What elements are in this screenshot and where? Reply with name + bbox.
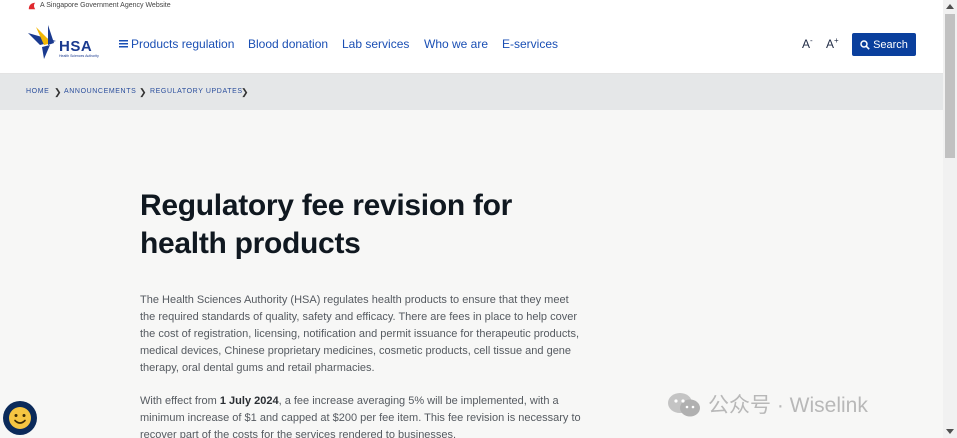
- chevron-right-icon: ❯: [241, 87, 250, 97]
- chatbot-button[interactable]: [3, 401, 37, 435]
- font-decrease-button[interactable]: A-: [802, 36, 813, 51]
- page-scrollbar[interactable]: [943, 0, 957, 438]
- merlion-icon: [28, 2, 36, 10]
- chevron-right-icon: ❯: [54, 87, 63, 97]
- hsa-logo[interactable]: HSA Health Sciences Authority: [26, 21, 99, 63]
- masthead-text: A Singapore Government Agency Website: [40, 2, 171, 9]
- main-navigation: HSA Health Sciences Authority Products r…: [0, 13, 943, 74]
- gov-masthead: A Singapore Government Agency Website: [0, 0, 943, 13]
- nav-lab-services[interactable]: Lab services: [342, 37, 409, 51]
- search-button[interactable]: Search: [852, 33, 916, 56]
- watermark-text: 公众号 · Wiselink: [708, 394, 868, 417]
- scrollbar-thumb[interactable]: [945, 14, 955, 158]
- scroll-up-arrow-icon[interactable]: [946, 4, 954, 9]
- font-increase-letter: A: [826, 37, 835, 51]
- breadcrumb-home[interactable]: HOME: [26, 88, 49, 95]
- font-increase-mark: +: [834, 36, 839, 45]
- nav-e-services[interactable]: E-services: [502, 37, 558, 51]
- nav-blood-donation[interactable]: Blood donation: [248, 37, 328, 51]
- font-decrease-mark: -: [810, 36, 813, 45]
- breadcrumb: HOME ❯ ANNOUNCEMENTS ❯ REGULATORY UPDATE…: [0, 74, 943, 110]
- breadcrumb-announcements[interactable]: ANNOUNCEMENTS: [64, 88, 136, 95]
- page-title: Regulatory fee revision for health produ…: [140, 189, 512, 260]
- effective-date: 1 July 2024: [219, 395, 279, 407]
- article-paragraph: The Health Sciences Authority (HSA) regu…: [140, 294, 580, 374]
- scroll-down-arrow-icon[interactable]: [946, 429, 954, 434]
- nav-products-regulation[interactable]: Products regulation: [119, 37, 234, 51]
- chevron-right-icon: ❯: [139, 87, 148, 97]
- logo-subtitle: Health Sciences Authority: [59, 54, 99, 58]
- font-increase-button[interactable]: A+: [826, 36, 839, 51]
- paragraph-text: With effect from: [140, 395, 220, 407]
- article-paragraph: With effect from 1 July 2024, a fee incr…: [140, 393, 585, 438]
- search-icon: [860, 39, 870, 50]
- menu-icon: [119, 40, 128, 48]
- wechat-watermark: 公众号 · Wiselink: [666, 389, 868, 419]
- nav-label: Products regulation: [131, 37, 235, 51]
- wechat-icon: [668, 393, 700, 417]
- smiley-face-icon: [9, 407, 31, 429]
- font-decrease-letter: A: [802, 37, 811, 51]
- logo-brand: HSA: [59, 38, 93, 55]
- breadcrumb-regulatory-updates[interactable]: REGULATORY UPDATES: [150, 88, 243, 95]
- nav-who-we-are[interactable]: Who we are: [424, 37, 488, 51]
- search-label: Search: [873, 38, 908, 51]
